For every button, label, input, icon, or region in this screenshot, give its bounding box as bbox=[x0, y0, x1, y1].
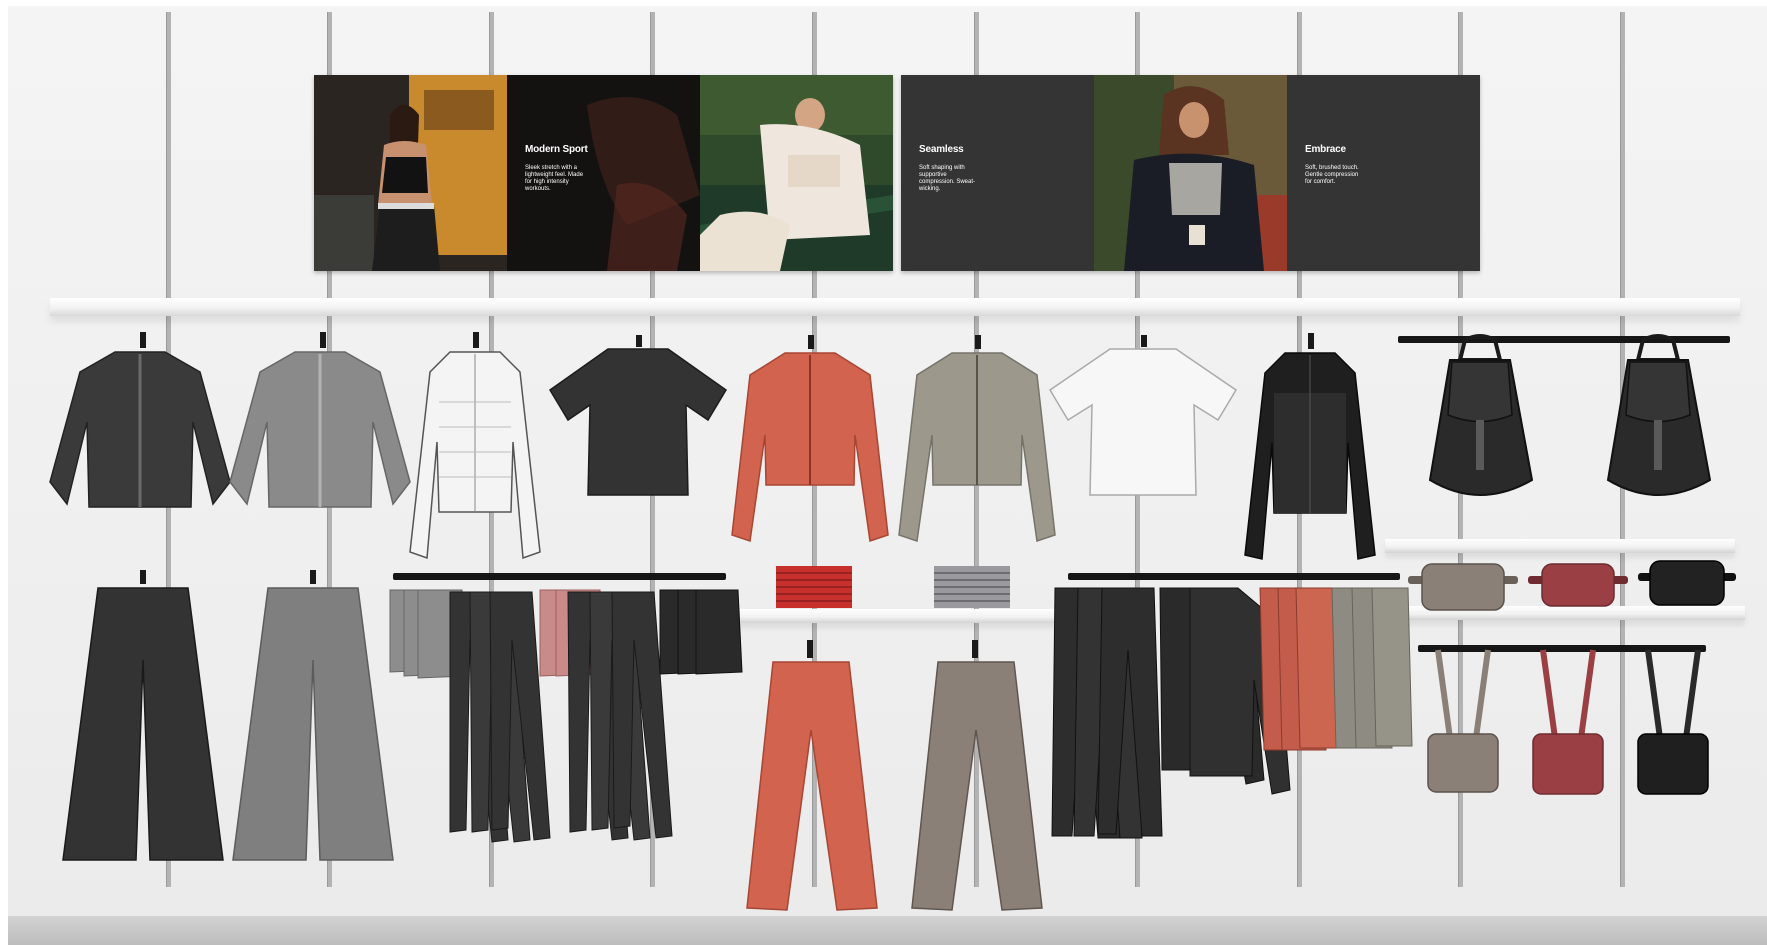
leggings-coral bbox=[746, 640, 878, 911]
panel-body: Soft, brushed touch. Gentle compression … bbox=[1305, 165, 1359, 185]
mixed-apparel-group bbox=[1051, 587, 1413, 839]
bras-and-leggings-group bbox=[389, 589, 743, 843]
tshirt-charcoal bbox=[548, 335, 728, 496]
crossbody-bag-black bbox=[1637, 649, 1709, 795]
top-shelf bbox=[50, 298, 1740, 316]
panel-text-seamless: Seamless Soft shaping with supportive co… bbox=[901, 75, 1094, 271]
belt-bag-taupe bbox=[1408, 563, 1518, 611]
panel-copy: Seamless Soft shaping with supportive co… bbox=[919, 144, 1059, 193]
jacket-charcoal bbox=[49, 332, 231, 508]
center-shelf bbox=[740, 609, 1058, 623]
graphic-panel-right: Seamless Soft shaping with supportive co… bbox=[901, 75, 1480, 271]
panel-text-embrace: Embrace Soft, brushed touch. Gentle comp… bbox=[1287, 75, 1480, 271]
belt-bag-burgundy bbox=[1528, 563, 1628, 607]
wide-leg-pants-charcoal bbox=[62, 570, 224, 861]
backpack-left bbox=[1428, 334, 1534, 496]
concrete-floor bbox=[8, 916, 1767, 945]
puffer-jacket-black bbox=[1244, 333, 1376, 560]
folded-stack-grey bbox=[934, 566, 1010, 608]
graphic-panel-left: Modern Sport Sleek stretch with a lightw… bbox=[314, 75, 893, 271]
crossbody-bag-taupe bbox=[1427, 649, 1499, 793]
campaign-photo-street bbox=[314, 75, 507, 271]
panel-title: Embrace bbox=[1305, 144, 1346, 155]
panel-title: Seamless bbox=[919, 144, 964, 155]
panel-copy: Modern Sport Sleek stretch with a lightw… bbox=[525, 144, 665, 193]
puffer-jacket-white bbox=[409, 332, 541, 560]
campaign-photo-portrait bbox=[1094, 75, 1287, 271]
folded-stack-red bbox=[776, 566, 852, 608]
wide-leg-pants-grey bbox=[232, 570, 394, 861]
zip-top-coral bbox=[731, 335, 889, 542]
apparel-rail-right bbox=[1068, 573, 1400, 580]
panel-copy: Embrace Soft, brushed touch. Gentle comp… bbox=[1305, 144, 1445, 186]
panel-text-modern-sport: Modern Sport Sleek stretch with a lightw… bbox=[507, 75, 700, 271]
accessory-shelf-upper bbox=[1385, 539, 1735, 553]
apparel-rail-left bbox=[393, 573, 726, 580]
campaign-photo-bench bbox=[700, 75, 893, 271]
crossbody-bag-burgundy bbox=[1532, 649, 1604, 795]
panel-body: Sleek stretch with a lightweight feel. M… bbox=[525, 165, 584, 192]
panel-title: Modern Sport bbox=[525, 144, 588, 155]
store-wall-scene: Modern Sport Sleek stretch with a lightw… bbox=[0, 0, 1767, 945]
belt-bag-black bbox=[1638, 560, 1736, 606]
leggings-taupe bbox=[911, 640, 1043, 911]
panel-body: Soft shaping with supportive compression… bbox=[919, 165, 976, 192]
tshirt-white bbox=[1048, 335, 1238, 496]
backpack-right bbox=[1606, 334, 1712, 496]
zip-top-sage bbox=[898, 335, 1056, 542]
jacket-grey bbox=[229, 332, 411, 508]
